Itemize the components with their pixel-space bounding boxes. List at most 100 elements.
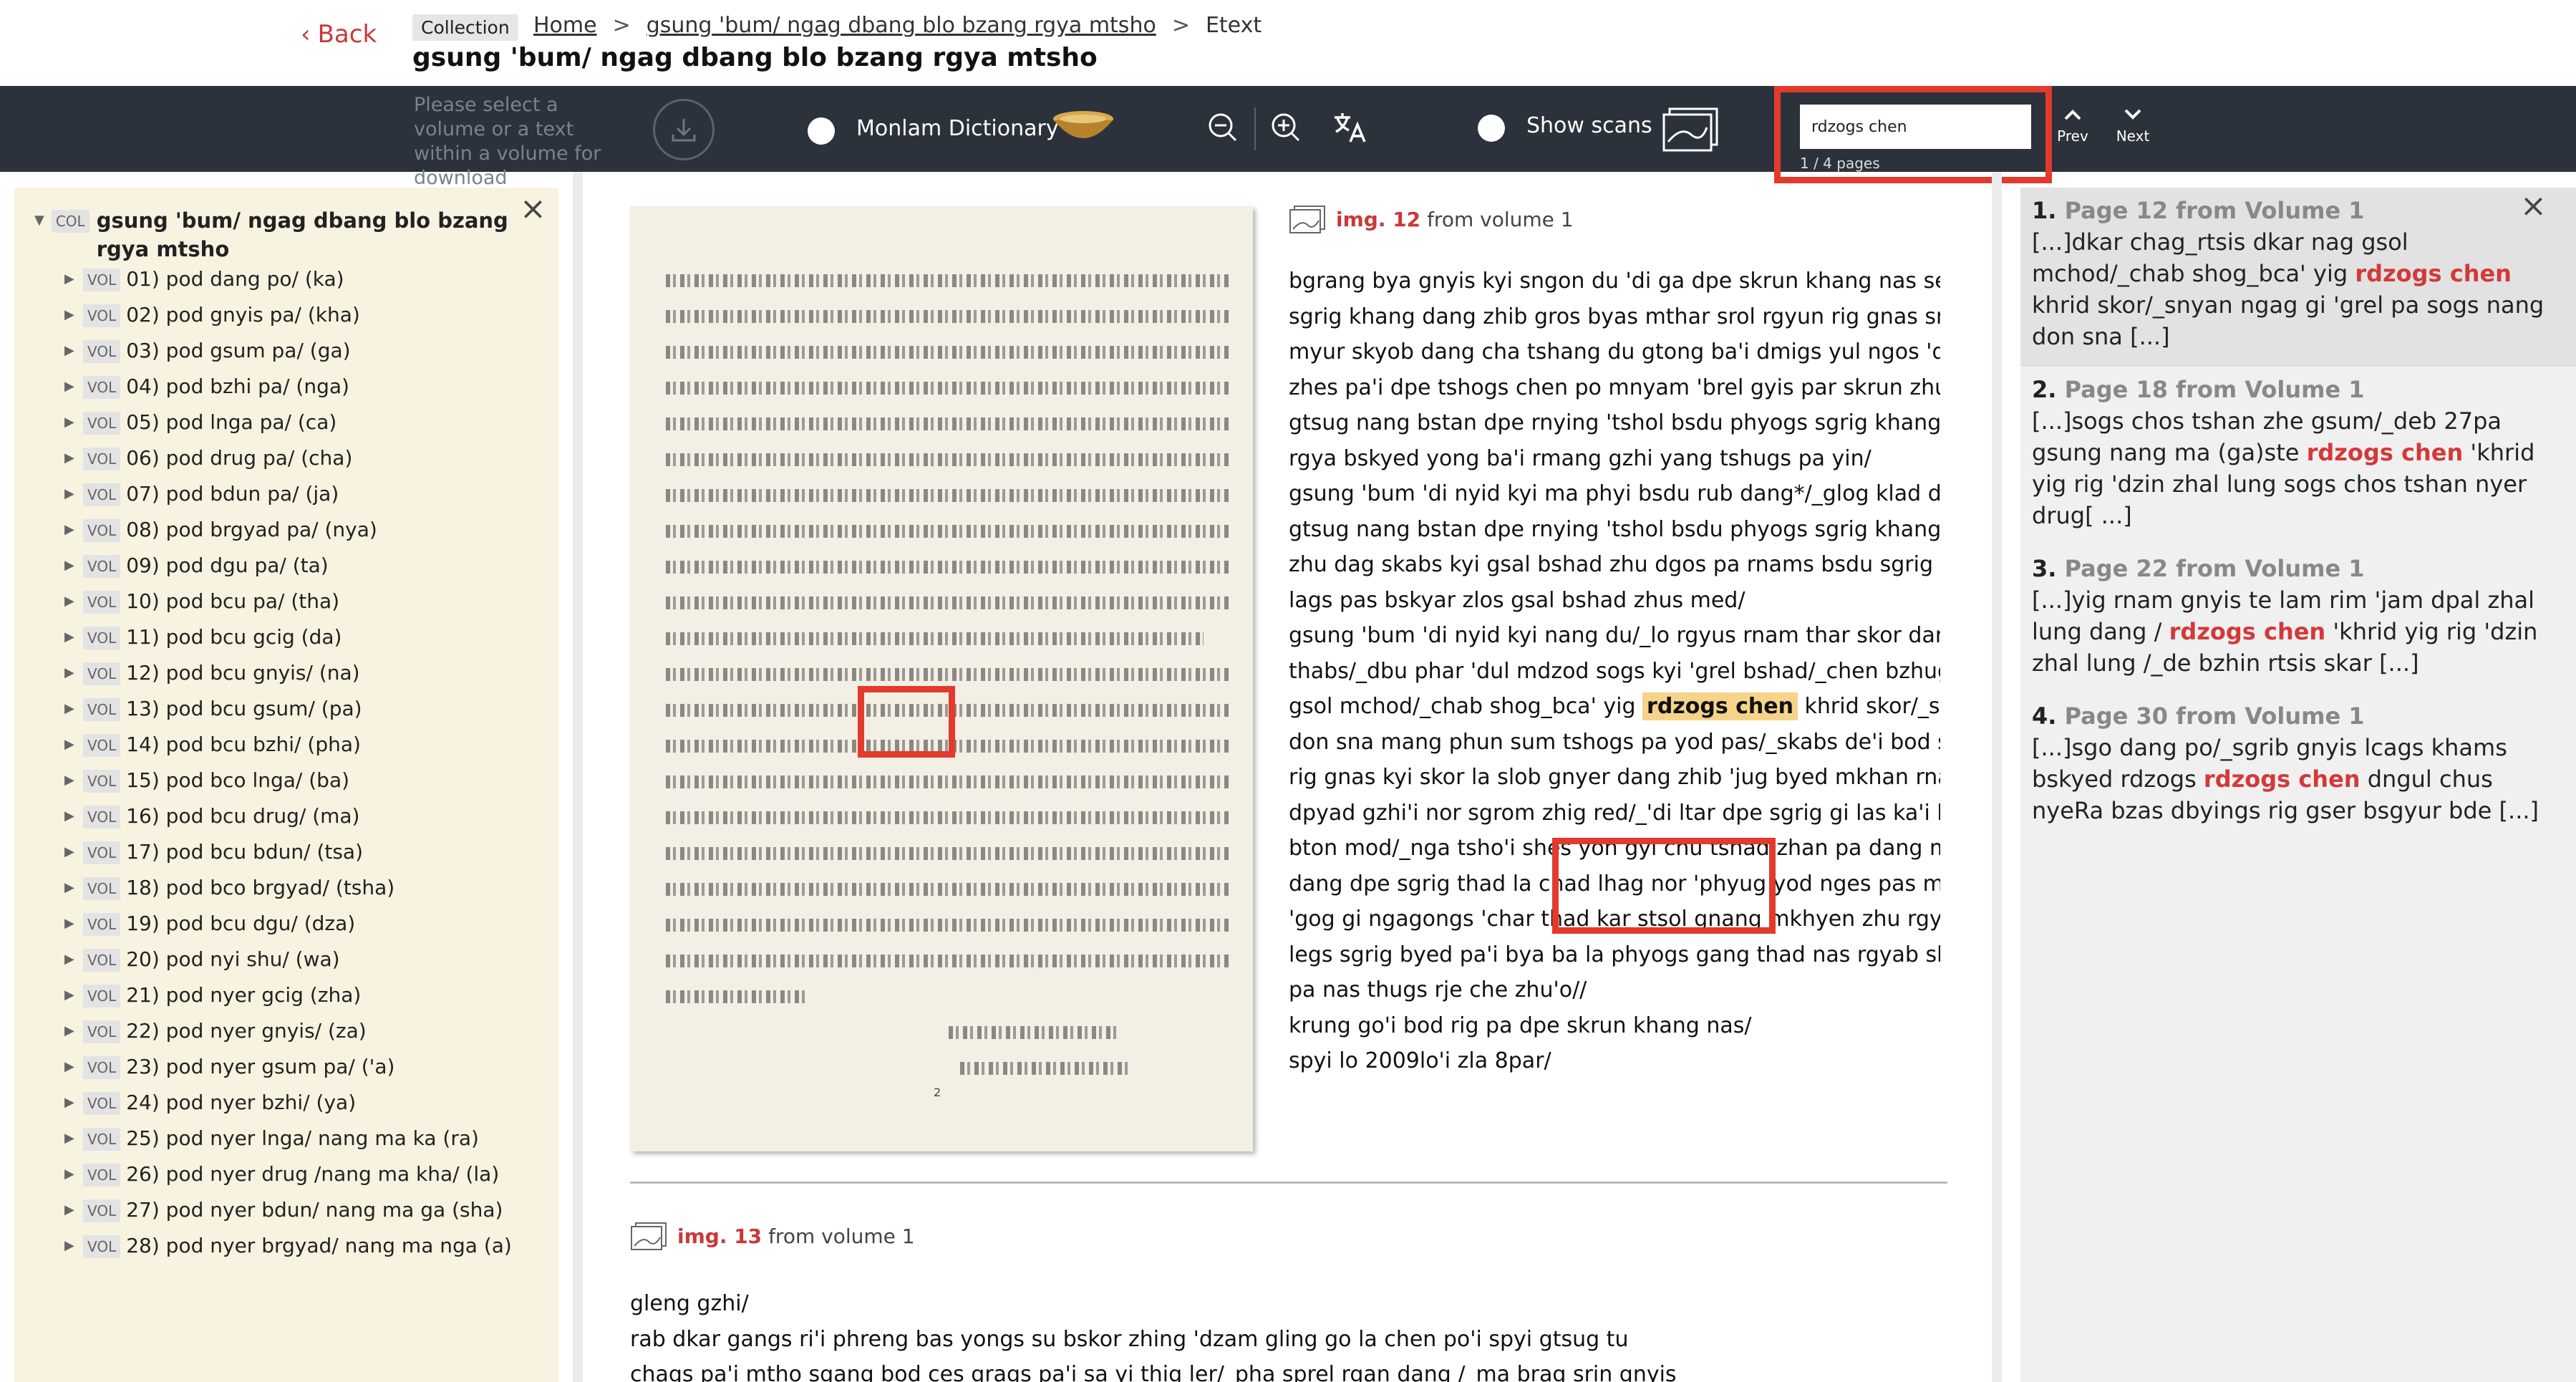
volume-item[interactable]: ▶ VOL 13) pod bcu gsum/ (pa): [64, 695, 523, 723]
triangle-right-icon: ▶: [64, 1131, 74, 1146]
etext-line: sgrig khang dang zhib gros byas mthar sr…: [1289, 304, 1940, 329]
collection-badge: Collection: [412, 14, 518, 41]
volume-label: 24) pod nyer bzhi/ (ya): [126, 1091, 357, 1114]
col-tag: COL: [51, 210, 89, 233]
volume-label: 16) pod bcu drug/ (ma): [126, 804, 360, 828]
back-button[interactable]: ‹ Back: [301, 20, 377, 49]
volume-list: ▶ VOL 01) pod dang po/ (ka) ▶ VOL 02) pod gny…: [64, 265, 523, 1267]
volume-item[interactable]: ▶ VOL 24) pod nyer bzhi/ (ya): [64, 1088, 523, 1117]
volume-item[interactable]: ▶ VOL 17) pod bcu bdun/ (tsa): [64, 838, 523, 866]
volume-item[interactable]: ▶ VOL 14) pod bcu bzhi/ (pha): [64, 730, 523, 759]
vol-tag: VOL: [83, 1092, 121, 1115]
triangle-right-icon: ▶: [64, 916, 74, 931]
collection-tree-root[interactable]: ▼ COL gsung 'bum/ ngag dbang blo bzang r…: [34, 206, 536, 264]
prev-result-button[interactable]: Prev: [2048, 106, 2098, 145]
etext-line: dpyad gzhi'i nor sgrom zhig red/_'di lta…: [1289, 800, 1940, 826]
vol-tag: VOL: [83, 949, 121, 972]
snippet-match: rdzogs chen: [2355, 260, 2512, 287]
volume-item[interactable]: ▶ VOL 18) pod bco brgyad/ (tsha): [64, 874, 523, 902]
search-results-panel: 1. Page 12 from Volume 1 [...]dkar chag_r…: [2020, 188, 2576, 1382]
search-result-item[interactable]: 4. Page 30 from Volume 1 [...]sgo dang po…: [2020, 693, 2576, 841]
breadcrumb-collection-link[interactable]: gsung 'bum/ ngag dbang blo bzang rgya mt…: [647, 13, 1156, 38]
volume-sidebar: × ▼ COL gsung 'bum/ ngag dbang blo bzang…: [14, 188, 558, 1382]
zoom-out-icon[interactable]: [1203, 107, 1243, 148]
search-result-item[interactable]: 2. Page 18 from Volume 1 [...]sogs chos t…: [2020, 367, 2576, 546]
triangle-right-icon: ▶: [64, 343, 74, 358]
triangle-right-icon: ▶: [64, 987, 74, 1002]
page-title: gsung 'bum/ ngag dbang blo bzang rgya mt…: [412, 43, 1098, 72]
etext-line: gsol mchod/_chab shog_bca' yig rdzogs ch…: [1289, 689, 1940, 725]
volume-label: 02) pod gnyis pa/ (kha): [126, 303, 360, 327]
search-input[interactable]: [1800, 105, 2031, 149]
volume-item[interactable]: ▶ VOL 01) pod dang po/ (ka): [64, 265, 523, 294]
volume-label: 04) pod bzhi pa/ (nga): [126, 375, 349, 398]
vol-tag: VOL: [83, 412, 121, 435]
volume-item[interactable]: ▶ VOL 03) pod gsum pa/ (ga): [64, 337, 523, 365]
volume-item[interactable]: ▶ VOL 05) pod lnga pa/ (ca): [64, 408, 523, 437]
volume-label: 12) pod bcu gnyis/ (na): [126, 661, 360, 685]
collection-title: gsung 'bum/ ngag dbang blo bzang rgya mt…: [96, 208, 508, 261]
volume-label: 10) pod bcu pa/ (tha): [126, 589, 340, 613]
volume-item[interactable]: ▶ VOL 28) pod nyer brgyad/ nang ma nga (a): [64, 1232, 523, 1260]
back-label: Back: [317, 20, 377, 49]
etext-line: rgya bskyed yong ba'i rmang gzhi yang ts…: [1289, 445, 1872, 471]
volume-label: 22) pod nyer gnyis/ (za): [126, 1019, 367, 1043]
vol-tag: VOL: [83, 913, 121, 936]
page-header: ‹ Back Collection Home > gsung 'bum/ nga…: [0, 0, 2576, 86]
search-result-item[interactable]: 3. Page 22 from Volume 1 [...]yig rnam gn…: [2020, 546, 2576, 693]
volume-label: 03) pod gsum pa/ (ga): [126, 339, 351, 362]
volume-item[interactable]: ▶ VOL 10) pod bcu pa/ (tha): [64, 587, 523, 616]
result-title: Page 30 from Volume 1: [2064, 702, 2365, 730]
translate-icon[interactable]: [1329, 107, 1369, 148]
etext-line-part: gsol mchod/_chab shog_bca' yig: [1289, 694, 1636, 719]
volume-item[interactable]: ▶ VOL 07) pod bdun pa/ (ja): [64, 480, 523, 508]
triangle-right-icon: ▶: [64, 1166, 74, 1182]
volume-item[interactable]: ▶ VOL 25) pod nyer lnga/ nang ma ka (ra): [64, 1124, 523, 1153]
result-title: Page 22 from Volume 1: [2064, 555, 2365, 582]
volume-item[interactable]: ▶ VOL 06) pod drug pa/ (cha): [64, 444, 523, 473]
volume-label: 20) pod nyi shu/ (wa): [126, 947, 340, 971]
next-result-button[interactable]: Next: [2108, 106, 2158, 145]
search-result-item[interactable]: 1. Page 12 from Volume 1 [...]dkar chag_r…: [2020, 188, 2576, 367]
vol-tag: VOL: [83, 340, 121, 363]
volume-label: 08) pod brgyad pa/ (nya): [126, 518, 377, 541]
vol-tag: VOL: [83, 269, 121, 291]
etext-line: bton mod/_nga tsho'i shes yon gyi chu ts…: [1289, 836, 1940, 861]
dictionary-toggle[interactable]: [808, 117, 835, 145]
volume-item[interactable]: ▶ VOL 22) pod nyer gnyis/ (za): [64, 1017, 523, 1045]
volume-item[interactable]: ▶ VOL 21) pod nyer gcig (zha): [64, 981, 523, 1010]
volume-item[interactable]: ▶ VOL 15) pod bco lnga/ (ba): [64, 766, 523, 795]
triangle-right-icon: ▶: [64, 737, 74, 752]
volume-item[interactable]: ▶ VOL 19) pod bcu dgu/ (dza): [64, 909, 523, 938]
volume-label: 01) pod dang po/ (ka): [126, 267, 344, 291]
volume-item[interactable]: ▶ VOL 26) pod nyer drug /nang ma kha/ (la): [64, 1160, 523, 1189]
result-number: 2.: [2032, 376, 2057, 403]
volume-item[interactable]: ▶ VOL 27) pod nyer bdun/ nang ma ga (sha): [64, 1196, 523, 1224]
download-icon[interactable]: [653, 99, 715, 160]
triangle-right-icon: ▶: [64, 415, 74, 430]
volume-item[interactable]: ▶ VOL 02) pod gnyis pa/ (kha): [64, 301, 523, 329]
etext-line: pa nas thugs rje che zhu'o//: [1289, 977, 1587, 1002]
volume-item[interactable]: ▶ VOL 08) pod brgyad pa/ (nya): [64, 516, 523, 544]
volume-item[interactable]: ▶ VOL 20) pod nyi shu/ (wa): [64, 945, 523, 974]
triangle-right-icon: ▶: [64, 594, 74, 609]
volume-item[interactable]: ▶ VOL 09) pod dgu pa/ (ta): [64, 551, 523, 580]
zoom-in-icon[interactable]: [1266, 107, 1306, 148]
vol-tag: VOL: [83, 483, 121, 506]
volume-item[interactable]: ▶ VOL 12) pod bcu gnyis/ (na): [64, 659, 523, 687]
volume-item[interactable]: ▶ VOL 23) pod nyer gsum pa/ ('a): [64, 1053, 523, 1081]
volume-item[interactable]: ▶ VOL 16) pod bcu drug/ (ma): [64, 802, 523, 831]
etext-viewer: 2 img. 12 from volume 1 bgrang bya gnyis…: [583, 172, 1992, 1382]
image-source-label: from volume 1: [768, 1224, 915, 1248]
breadcrumb-home-link[interactable]: Home: [533, 13, 597, 38]
breadcrumb-current: Etext: [1205, 13, 1262, 38]
vol-tag: VOL: [83, 1128, 121, 1151]
show-scans-toggle[interactable]: [1478, 115, 1505, 142]
close-icon[interactable]: ×: [2520, 190, 2547, 222]
vol-tag: VOL: [83, 627, 121, 649]
volume-item[interactable]: ▶ VOL 04) pod bzhi pa/ (nga): [64, 372, 523, 401]
volume-item[interactable]: ▶ VOL 11) pod bcu gcig (da): [64, 623, 523, 652]
volume-label: 05) pod lnga pa/ (ca): [126, 410, 337, 434]
result-snippet: [...]dkar chag_rtsis dkar nag gsol mchod…: [2032, 226, 2560, 352]
show-scans-label: Show scans: [1526, 113, 1652, 138]
